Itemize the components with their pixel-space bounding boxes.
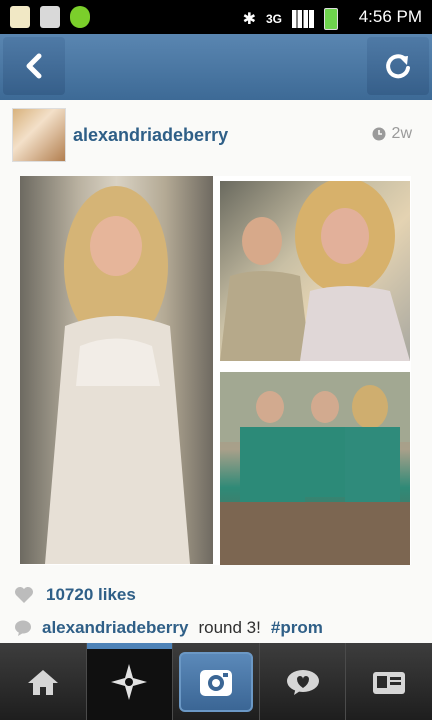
post-header: alexandriadeberry 2w <box>12 108 420 162</box>
camera-icon <box>199 669 232 696</box>
profile-icon <box>373 671 406 694</box>
heart-icon <box>15 587 33 603</box>
top-nav-bar <box>0 34 432 101</box>
bottom-tab-bar <box>0 643 432 720</box>
camera-button[interactable] <box>178 651 253 712</box>
avatar[interactable] <box>12 108 66 162</box>
chevron-left-icon <box>26 53 42 79</box>
photo-group <box>220 372 410 565</box>
android-icon <box>70 6 90 28</box>
caption-hashtag[interactable]: #prom <box>271 618 323 638</box>
clock-icon <box>372 127 386 141</box>
tab-profile[interactable] <box>345 643 432 720</box>
likes-row[interactable]: 10720 likes <box>14 585 136 605</box>
refresh-icon <box>386 54 410 79</box>
news-icon <box>286 669 319 695</box>
back-button[interactable] <box>3 37 65 95</box>
battery-icon <box>324 8 338 30</box>
tab-news[interactable] <box>258 643 346 720</box>
post-time: 2w <box>372 125 412 143</box>
store-icon <box>40 6 60 28</box>
caption-text: round 3! <box>198 618 261 637</box>
status-time: 4:56 PM <box>358 7 422 26</box>
tab-home[interactable] <box>0 643 86 720</box>
status-bar: ✱ 3G 4:56 PM <box>0 0 432 34</box>
explore-icon <box>111 663 148 700</box>
post-username[interactable]: alexandriadeberry <box>73 125 228 146</box>
post-photo-collage[interactable] <box>20 176 411 565</box>
photo-group-illustration <box>220 372 410 565</box>
signal-icon <box>292 10 314 28</box>
refresh-button[interactable] <box>367 37 429 95</box>
tab-camera[interactable] <box>172 643 259 720</box>
likes-count: 10720 likes <box>46 585 136 604</box>
notepad-icon <box>10 6 30 28</box>
status-right-icons: ✱ 3G <box>243 8 338 30</box>
caption-username[interactable]: alexandriadeberry <box>42 618 188 638</box>
comment-icon <box>15 620 31 636</box>
network-type: 3G <box>265 12 282 26</box>
photo-dress <box>20 176 213 564</box>
photo-dress-illustration <box>45 186 190 564</box>
post-card: alexandriadeberry 2w 10720 likes alexand… <box>0 100 432 643</box>
caption-row: alexandriadeberry round 3! #prom <box>14 618 323 638</box>
tab-explore[interactable] <box>85 643 173 720</box>
time-ago-text: 2w <box>391 125 412 142</box>
photo-couple <box>220 181 410 361</box>
home-icon <box>27 669 58 695</box>
status-left-icons <box>10 6 90 28</box>
photo-couple-illustration <box>220 181 410 361</box>
bluetooth-icon: ✱ <box>242 11 256 28</box>
